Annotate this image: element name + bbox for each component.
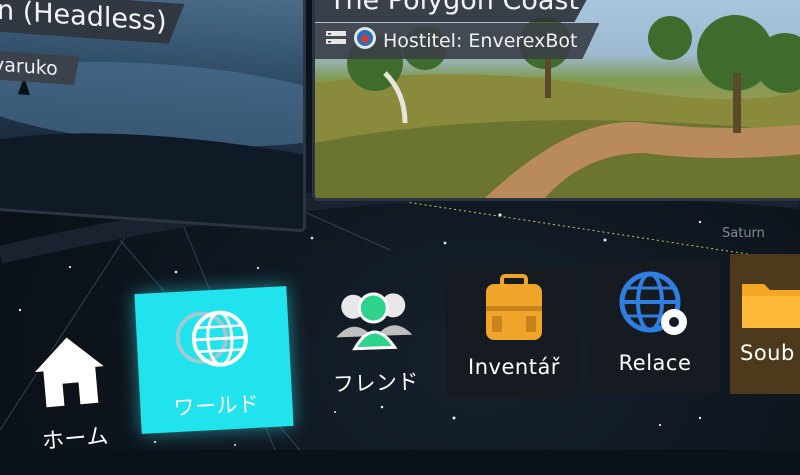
menu-label: Soub: [740, 341, 795, 365]
world-host-name: Hostitel: EnverexBot: [383, 29, 578, 52]
session-hint: Saturn: [722, 226, 765, 241]
dash-menu: ホーム ワールド フレンド Inventář Relace Soub: [0, 250, 800, 455]
world-card-polygon-coast[interactable]: The Polygon Coast Hostitel: EnverexBot: [312, 0, 800, 201]
globe-gear-icon: [616, 268, 694, 345]
menu-home[interactable]: ホーム: [6, 325, 138, 475]
menu-friends[interactable]: フレンド: [308, 284, 443, 428]
menu-label: ワールド: [172, 391, 260, 420]
menu-inventory[interactable]: Inventář: [446, 266, 582, 398]
menu-label: フレンド: [332, 369, 420, 397]
world-host: Hostitel: EnverexBot: [315, 23, 600, 59]
backpack-icon: [478, 272, 550, 349]
world-title: The Polygon Coast: [315, 0, 598, 22]
friends-icon: [331, 285, 418, 363]
menu-label: Inventář: [468, 355, 560, 379]
host-avatar-icon: [353, 26, 377, 55]
menu-worlds[interactable]: ワールド: [134, 286, 294, 434]
menu-sessions[interactable]: Relace: [590, 260, 720, 394]
world-host-name: varuko: [0, 53, 58, 81]
home-icon: [23, 327, 116, 419]
world-card-headless[interactable]: n (Headless) varuko: [0, 0, 306, 233]
globe-icon: [166, 298, 260, 386]
menu-files[interactable]: Soub: [730, 254, 800, 394]
server-icon: [325, 29, 347, 52]
menu-label: Relace: [618, 351, 692, 375]
folder-icon: [740, 274, 800, 335]
menu-label: ホーム: [41, 423, 110, 455]
